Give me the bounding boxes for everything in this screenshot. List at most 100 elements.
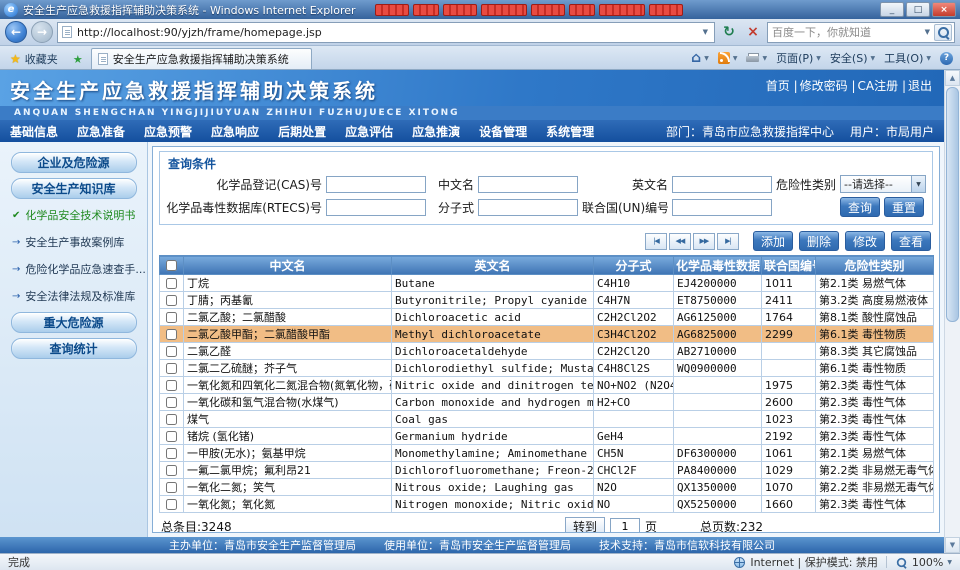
formula-input[interactable] — [478, 199, 578, 216]
scroll-up-icon[interactable]: ▲ — [945, 70, 960, 86]
nav-item-5[interactable]: 应急评估 — [345, 123, 393, 140]
plugin-badge[interactable] — [481, 4, 527, 16]
plugin-badge[interactable] — [375, 4, 409, 16]
plugin-badge[interactable] — [599, 4, 645, 16]
row-checkbox[interactable] — [166, 465, 177, 476]
table-row[interactable]: 一甲胺(无水)；氨基甲烷Monomethylamine; Aminomethan… — [160, 445, 934, 462]
nav-item-2[interactable]: 应急预警 — [144, 123, 192, 140]
search-button[interactable]: 查询 — [840, 197, 880, 217]
header-link-1[interactable]: 修改密码 — [800, 79, 848, 93]
danger-class-select[interactable]: --请选择-- ▼ — [840, 175, 926, 193]
plugin-badge[interactable] — [569, 4, 595, 16]
help-button[interactable]: ? — [940, 52, 953, 65]
sidebar-item-5[interactable]: →安全法律法规及标准库 — [0, 285, 147, 307]
pager-next-button[interactable]: ▶▶ — [693, 233, 715, 250]
plugin-badge[interactable] — [649, 4, 683, 16]
tools-menu[interactable]: 工具(O)▼ — [884, 50, 931, 66]
table-row[interactable]: 锗烷 (氢化锗)Germanium hydrideGeH42192第2.3类 毒… — [160, 428, 934, 445]
table-row[interactable]: 一氧化二氮；笑气Nitrous oxide; Laughing gasN2OQX… — [160, 479, 934, 496]
print-button[interactable]: ▼ — [746, 53, 767, 63]
nav-item-4[interactable]: 后期处置 — [278, 123, 326, 140]
row-checkbox[interactable] — [166, 499, 177, 510]
row-checkbox[interactable] — [166, 329, 177, 340]
row-checkbox[interactable] — [166, 380, 177, 391]
view-button[interactable]: 查看 — [891, 231, 931, 251]
sidebar-button-1[interactable]: 安全生产知识库 — [11, 178, 137, 199]
url-dropdown-icon[interactable]: ▼ — [701, 28, 710, 36]
table-row[interactable]: 二氯二乙硫醚；芥子气Dichlorodiethyl sulfide; Musta… — [160, 360, 934, 377]
table-row[interactable]: 丁腈；丙基氰Butyronitrile; Propyl cyanideC4H7N… — [160, 292, 934, 309]
zoom-control[interactable]: 100% ▼ — [895, 556, 952, 569]
cas-input[interactable] — [326, 176, 426, 193]
chinese-name-input[interactable] — [478, 176, 578, 193]
table-row[interactable]: 二氯乙酸；二氯醋酸Dichloroacetic acidC2H2Cl2O2AG6… — [160, 309, 934, 326]
table-row[interactable]: 一氧化氮和四氧化二氮混合物(氮氧化物，硝基气，氧化氮气体)Nitric oxid… — [160, 377, 934, 394]
sidebar-button-0[interactable]: 企业及危险源 — [11, 152, 137, 173]
safety-menu[interactable]: 安全(S)▼ — [830, 50, 875, 66]
reset-button[interactable]: 重置 — [884, 197, 924, 217]
select-all-checkbox[interactable] — [166, 260, 177, 271]
add-favorite-button[interactable]: ★ — [68, 49, 88, 69]
stop-button[interactable]: × — [743, 22, 763, 42]
english-name-input[interactable] — [672, 176, 772, 193]
nav-item-7[interactable]: 设备管理 — [479, 123, 527, 140]
feeds-button[interactable]: ▼ — [718, 52, 738, 64]
table-row[interactable]: 二氯乙酸甲酯；二氯醋酸甲酯Methyl dichloroacetateC3H4C… — [160, 326, 934, 343]
search-icon[interactable] — [934, 24, 952, 41]
pager-prev-button[interactable]: ◀◀ — [669, 233, 691, 250]
rtecs-input[interactable] — [326, 199, 426, 216]
plugin-badge[interactable] — [531, 4, 565, 16]
sidebar-item-2[interactable]: ✔化学品安全技术说明书 — [0, 204, 147, 226]
header-link-2[interactable]: CA注册 — [858, 79, 899, 93]
plugin-badge[interactable] — [413, 4, 439, 16]
refresh-button[interactable]: ↻ — [719, 22, 739, 42]
delete-button[interactable]: 删除 — [799, 231, 839, 251]
row-checkbox[interactable] — [166, 312, 177, 323]
row-checkbox[interactable] — [166, 414, 177, 425]
row-checkbox[interactable] — [166, 363, 177, 374]
table-row[interactable]: 一氧化碳和氢气混合物(水煤气)Carbon monoxide and hydro… — [160, 394, 934, 411]
maximize-button[interactable]: □ — [906, 2, 930, 17]
scroll-thumb[interactable] — [946, 87, 959, 322]
header-link-3[interactable]: 退出 — [908, 79, 932, 93]
vertical-scrollbar[interactable]: ▲ ▼ — [944, 70, 960, 553]
table-row[interactable]: 一氟二氯甲烷；氟利昂21Dichlorofluoromethane; Freon… — [160, 462, 934, 479]
nav-item-3[interactable]: 应急响应 — [211, 123, 259, 140]
table-row[interactable]: 一氧化氮；氧化氮Nitrogen monoxide; Nitric oxideN… — [160, 496, 934, 513]
row-checkbox[interactable] — [166, 448, 177, 459]
modify-button[interactable]: 修改 — [845, 231, 885, 251]
sidebar-item-4[interactable]: →危险化学品应急速查手... — [0, 258, 147, 280]
row-checkbox[interactable] — [166, 431, 177, 442]
favorites-button[interactable]: ★ 收藏夹 — [3, 49, 65, 69]
goto-button[interactable]: 转到 — [565, 517, 605, 533]
home-button[interactable]: ⌂▼ — [691, 51, 709, 65]
plugin-badge[interactable] — [443, 4, 477, 16]
sidebar-item-3[interactable]: →安全生产事故案例库 — [0, 231, 147, 253]
url-box[interactable]: http://localhost:90/yjzh/frame/homepage.… — [57, 22, 715, 43]
row-checkbox[interactable] — [166, 397, 177, 408]
page-input[interactable] — [610, 518, 640, 533]
back-button[interactable]: ← — [5, 21, 27, 43]
table-row[interactable]: 煤气Coal gas1023第2.3类 毒性气体 — [160, 411, 934, 428]
sidebar-button-7[interactable]: 查询统计 — [11, 338, 137, 359]
forward-button[interactable]: → — [31, 21, 53, 43]
pager-first-button[interactable]: |◀ — [645, 233, 667, 250]
header-link-0[interactable]: 首页 — [766, 79, 790, 93]
nav-item-8[interactable]: 系统管理 — [546, 123, 594, 140]
minimize-button[interactable]: _ — [880, 2, 904, 17]
page-menu[interactable]: 页面(P)▼ — [776, 50, 821, 66]
search-dropdown-icon[interactable]: ▼ — [923, 28, 932, 36]
table-row[interactable]: 丁烷ButaneC4H10EJ42000001011第2.1类 易燃气体 — [160, 275, 934, 292]
nav-item-6[interactable]: 应急推演 — [412, 123, 460, 140]
pager-last-button[interactable]: ▶| — [717, 233, 739, 250]
sidebar-button-6[interactable]: 重大危险源 — [11, 312, 137, 333]
row-checkbox[interactable] — [166, 482, 177, 493]
add-button[interactable]: 添加 — [753, 231, 793, 251]
nav-item-1[interactable]: 应急准备 — [77, 123, 125, 140]
search-input[interactable] — [772, 26, 921, 39]
row-checkbox[interactable] — [166, 278, 177, 289]
table-row[interactable]: 二氯乙醛DichloroacetaldehydeC2H2Cl2OAB271000… — [160, 343, 934, 360]
row-checkbox[interactable] — [166, 295, 177, 306]
close-button[interactable]: × — [932, 2, 956, 17]
tab-active[interactable]: 安全生产应急救援指挥辅助决策系统 — [91, 48, 312, 69]
